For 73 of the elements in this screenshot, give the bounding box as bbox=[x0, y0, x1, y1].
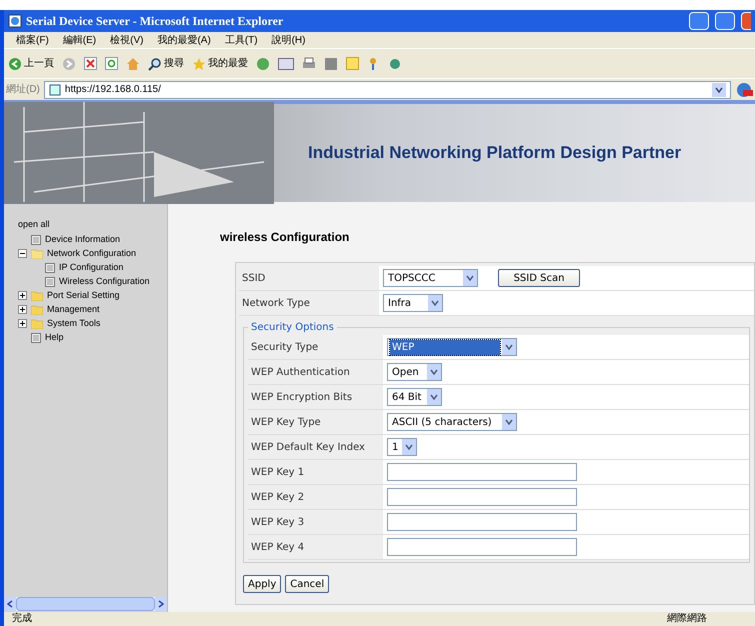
folder-icon bbox=[31, 304, 43, 314]
scroll-left-button[interactable] bbox=[4, 597, 16, 611]
minimize-button[interactable] bbox=[689, 12, 709, 30]
menu-item[interactable]: 說明(H) bbox=[272, 32, 306, 48]
dropdown-icon bbox=[502, 339, 516, 355]
refresh-icon[interactable] bbox=[105, 57, 118, 70]
status-text: 完成 bbox=[12, 613, 33, 625]
page-icon bbox=[31, 234, 41, 244]
browser-icon bbox=[8, 14, 22, 28]
menu-item[interactable]: 編輯(E) bbox=[62, 32, 96, 48]
menu-item[interactable]: 檢視(V) bbox=[110, 32, 144, 48]
input-field[interactable] bbox=[387, 513, 577, 531]
apply-button[interactable]: Apply bbox=[243, 575, 282, 593]
select-field[interactable]: Open bbox=[387, 363, 442, 381]
select-field[interactable]: ASCII (5 characters) bbox=[387, 413, 517, 431]
expand-icon[interactable] bbox=[18, 319, 27, 328]
search-button[interactable]: 搜尋 bbox=[164, 56, 184, 71]
collapse-icon[interactable] bbox=[18, 249, 27, 258]
dropdown-icon bbox=[402, 439, 416, 455]
star-icon[interactable] bbox=[192, 56, 206, 70]
menu-item[interactable]: 工具(T) bbox=[224, 32, 258, 48]
print-icon[interactable] bbox=[302, 56, 316, 70]
page-icon bbox=[45, 262, 55, 272]
menu-item[interactable]: 我的最愛(A) bbox=[157, 32, 211, 48]
folder-icon bbox=[31, 318, 43, 328]
select-field[interactable]: Infra bbox=[383, 294, 443, 312]
folder-icon bbox=[31, 290, 43, 300]
dropdown-icon bbox=[427, 364, 441, 380]
tree-item[interactable]: Device Information bbox=[45, 232, 120, 246]
close-button[interactable] bbox=[741, 12, 751, 30]
dropdown-icon[interactable] bbox=[712, 82, 726, 96]
select-field[interactable]: 64 Bit bbox=[387, 388, 442, 406]
back-icon[interactable] bbox=[8, 56, 22, 70]
tree-item[interactable]: System Tools bbox=[47, 316, 100, 330]
zone-text: 網際網路 bbox=[667, 613, 707, 625]
select-field[interactable]: WEP bbox=[387, 338, 517, 356]
page-icon bbox=[48, 84, 61, 96]
tree-item[interactable]: Port Serial Setting bbox=[47, 288, 120, 302]
maximize-button[interactable] bbox=[715, 12, 735, 30]
page-icon bbox=[31, 332, 41, 342]
ssid-select[interactable]: TOPSCCC bbox=[383, 269, 478, 287]
address-field[interactable]: https://192.168.0.115/ bbox=[44, 80, 731, 98]
tree-item[interactable]: Management bbox=[47, 302, 100, 316]
folder-icon bbox=[31, 248, 43, 258]
address-label: 網址(D) bbox=[6, 82, 40, 97]
dropdown-icon bbox=[502, 414, 516, 430]
tree-item[interactable]: IP Configuration bbox=[59, 260, 124, 274]
expand-icon[interactable] bbox=[18, 305, 27, 314]
select-field[interactable]: 1 bbox=[387, 438, 418, 456]
cancel-button[interactable]: Cancel bbox=[285, 575, 330, 593]
scan-button[interactable]: SSID Scan bbox=[498, 269, 580, 287]
page-icon bbox=[45, 276, 55, 286]
expand-icon[interactable] bbox=[18, 291, 27, 300]
dropdown-icon bbox=[428, 295, 442, 311]
page-heading: wireless Configuration bbox=[220, 229, 350, 246]
menu-item[interactable]: 檔案(F) bbox=[16, 32, 49, 48]
input-field[interactable] bbox=[387, 488, 577, 506]
banner-title: Industrial Networking Platform Design Partner bbox=[308, 142, 682, 164]
dropdown-icon bbox=[427, 389, 441, 405]
dropdown-icon bbox=[463, 270, 477, 286]
search-icon[interactable] bbox=[148, 56, 162, 70]
scroll-right-button[interactable] bbox=[155, 597, 167, 611]
favorites-button[interactable]: 我的最愛 bbox=[208, 56, 248, 71]
stop-icon[interactable] bbox=[84, 57, 97, 70]
fieldset-legend: Security Options bbox=[248, 320, 337, 335]
window-title: Serial Device Server - Microsoft Internet Explorer bbox=[26, 13, 284, 30]
tree-item[interactable]: Help bbox=[45, 330, 64, 344]
input-field[interactable] bbox=[387, 538, 577, 556]
open-all-link[interactable]: open all bbox=[18, 218, 167, 232]
tree-item[interactable]: Network Configuration bbox=[47, 246, 136, 260]
input-field[interactable] bbox=[387, 463, 577, 481]
back-button[interactable]: 上一頁 bbox=[24, 56, 54, 71]
tree-item[interactable]: Wireless Configuration bbox=[59, 274, 150, 288]
